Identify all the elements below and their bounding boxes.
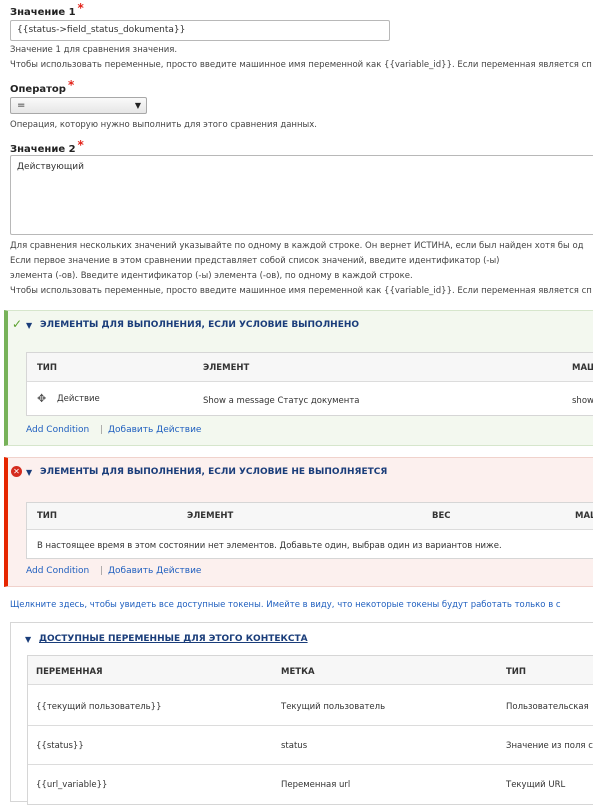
column-header-weight: ВЕС [432,511,451,521]
drag-handle-icon[interactable]: ✥ [37,392,46,405]
variables-table: ПЕРЕМЕННАЯ МЕТКА ТИП {{текущий пользоват… [27,655,593,805]
value2-description: Для сравнения нескольких значений указыв… [10,241,584,251]
check-icon: ✓ [12,317,23,331]
variable-label: status [281,741,308,751]
variable-type: Значение из поля со [506,741,593,751]
variable-label: Текущий пользователь [281,702,386,712]
required-mark: * [67,78,75,92]
operator-selected-value: = [17,100,26,111]
empty-message: В настоящее время в этом состоянии нет э… [37,541,502,551]
operator-label: Оператор * [10,78,75,95]
value2-textarea-text: Действующий [17,162,84,172]
column-header-machine: МАШ [575,511,593,521]
variables-section-title[interactable]: ДОСТУПНЫЕ ПЕРЕМЕННЫЕ ДЛЯ ЭТОГО КОНТЕКСТА [39,634,308,644]
operator-description: Операция, которую нужно выполнить для эт… [10,120,317,130]
required-mark: * [77,138,84,152]
chevron-down-icon: ▼ [134,101,141,110]
value1-description: Значение 1 для сравнения значения. [10,45,178,55]
value1-label: Значение 1 * [10,1,84,18]
column-header-element: ЭЛЕМЕНТ [187,511,234,521]
variable-name: {{status}} [36,741,84,751]
fail-section: ✕ ▼ ЭЛЕМЕНТЫ ДЛЯ ВЫПОЛНЕНИЯ, ЕСЛИ УСЛОВИ… [4,457,593,587]
table-header [27,353,593,382]
variable-label: Переменная url [281,780,351,790]
success-section: ✓ ▼ ЭЛЕМЕНТЫ ДЛЯ ВЫПОЛНЕНИЯ, ЕСЛИ УСЛОВИ… [4,310,593,446]
row-type: Действие [57,394,100,404]
value2-list-help-2: элемента (-ов). Введите идентификатор (-… [10,271,413,281]
value2-variables-help: Чтобы использовать переменные, просто вв… [10,286,592,296]
link-separator: | [100,566,104,576]
success-table: ТИП ЭЛЕМЕНТ МАШ ✥ Действие Show a messag… [26,352,593,416]
row-element: Show a message Статус документа [203,396,360,406]
row-divider [28,764,593,765]
add-condition-link[interactable]: Add Condition [26,566,89,576]
collapse-triangle-icon[interactable]: ▼ [26,321,32,330]
value2-label: Значение 2 * [10,138,84,155]
value1-variables-help: Чтобы использовать переменные, просто вв… [10,60,592,70]
value2-textarea[interactable]: Действующий [10,155,593,235]
required-mark: * [77,1,84,15]
fail-table: ТИП ЭЛЕМЕНТ ВЕС МАШ В настоящее время в … [26,502,593,559]
row-machine: show [572,396,593,406]
value1-input[interactable]: {{status->field_status_dokumenta}} [10,20,390,41]
row-divider [28,725,593,726]
column-header-type: ТИП [37,363,58,373]
column-header-type: ТИП [506,667,527,677]
column-header-variable: ПЕРЕМЕННАЯ [36,667,103,677]
operator-select[interactable]: = ▼ [10,97,147,114]
add-condition-link[interactable]: Add Condition [26,425,89,435]
variable-name: {{url_variable}} [36,780,108,790]
column-header-element: ЭЛЕМЕНТ [203,363,250,373]
table-header [27,503,593,530]
tokens-link[interactable]: Щелкните здесь, чтобы увидеть все доступ… [10,600,561,610]
link-separator: | [100,425,104,435]
add-action-link[interactable]: Добавить Действие [108,425,201,435]
value1-input-text: {{status->field_status_dokumenta}} [17,25,186,35]
column-header-type: ТИП [37,511,58,521]
collapse-triangle-icon[interactable]: ▼ [25,635,31,644]
variable-name: {{текущий пользователь}} [36,702,162,712]
collapse-triangle-icon[interactable]: ▼ [26,468,32,477]
column-header-label: МЕТКА [281,667,315,677]
variable-type: Текущий URL [506,780,566,790]
variable-type: Пользовательская [506,702,589,712]
add-action-link[interactable]: Добавить Действие [108,566,201,576]
value2-list-help: Если первое значение в этом сравнении пр… [10,256,500,266]
variables-section: ▼ ДОСТУПНЫЕ ПЕРЕМЕННЫЕ ДЛЯ ЭТОГО КОНТЕКС… [10,622,593,805]
error-icon: ✕ [11,466,22,477]
fail-section-title[interactable]: ЭЛЕМЕНТЫ ДЛЯ ВЫПОЛНЕНИЯ, ЕСЛИ УСЛОВИЕ НЕ… [40,467,387,477]
success-section-title[interactable]: ЭЛЕМЕНТЫ ДЛЯ ВЫПОЛНЕНИЯ, ЕСЛИ УСЛОВИЕ ВЫ… [40,320,359,330]
column-header-machine: МАШ [572,363,593,373]
